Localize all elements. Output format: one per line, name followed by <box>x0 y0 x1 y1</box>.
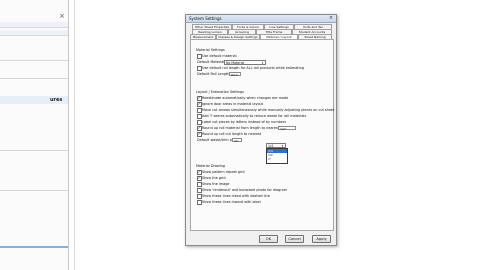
cancel-button[interactable]: Cancel <box>285 235 304 243</box>
default-material-label: Default Material <box>197 60 225 64</box>
show-renderout-label: Show 'renderout' and borrowed photo for … <box>202 187 288 192</box>
dialog-titlebar[interactable]: System Settings × <box>186 15 336 23</box>
apply-button[interactable]: Apply <box>312 235 331 243</box>
ignore-door-areas-label: Ignore door areas in material layout <box>202 101 264 106</box>
reestimate-label: Reestimate automatically when changes ar… <box>202 95 289 100</box>
label-cut-pieces-label: Label cut pieces by letters instead of b… <box>202 119 287 124</box>
move-cut-arrows-label: Move cut arrows simultaneously while man… <box>202 107 335 112</box>
scroll-highlight <box>0 246 68 248</box>
default-waste-label: Default waste/trim pcs <box>197 138 236 142</box>
show-image-label: Show the image <box>202 181 230 186</box>
show-pattern-grid-label: Show pattern repeat grid <box>202 169 245 174</box>
material-drawing-header: Material Drawing <box>196 164 225 168</box>
round-up-cut-label: Round up roll cut length to nearest <box>202 131 262 136</box>
layout-settings-header: Layout / Estimation Settings <box>196 90 244 94</box>
round-up-cut-dropdown[interactable]: 1/4 1/2 1" <box>266 148 288 164</box>
close-icon[interactable]: × <box>328 15 334 21</box>
divider-line <box>0 190 68 191</box>
roll-length-label: Default Roll Length <box>197 72 230 76</box>
chevron-down-icon: ▾ <box>261 60 264 65</box>
add-seams-label: Add 'l' seams automatically to reduce wa… <box>202 113 307 118</box>
toolbar-strip-2 <box>0 30 68 36</box>
divider-line <box>0 60 68 61</box>
default-waste-field[interactable]: 10 <box>232 138 242 143</box>
default-roll-length-option: Use default roll length for ALL roll pro… <box>202 65 304 70</box>
toolbar-strip <box>0 22 68 28</box>
selected-row[interactable]: ures <box>0 96 68 104</box>
use-default-material-label: Use default material <box>202 53 237 58</box>
round-up-material-label: Round up roll material from length to ne… <box>202 125 279 130</box>
background-app-window: × ures <box>0 0 69 270</box>
system-settings-dialog: System Settings × Other Sheet Properties… <box>185 14 337 246</box>
show-inward-label-label: Show these lines inward with label <box>202 199 261 204</box>
ok-button[interactable]: OK <box>259 235 278 243</box>
default-material-select[interactable]: No Material ▾ <box>224 59 266 65</box>
roll-length-field[interactable]: 84.0 <box>229 72 241 77</box>
show-grid-label: Show the grid <box>202 175 226 180</box>
close-icon[interactable]: × <box>58 12 66 20</box>
default-material-value: No Material <box>226 60 245 65</box>
window-separator <box>74 0 75 270</box>
divider-line <box>0 78 68 79</box>
material-settings-header: Material Settings <box>196 48 225 52</box>
show-dashed-lines-label: Show these lines inked with dashed line <box>202 193 270 198</box>
selected-row-label: ures <box>50 97 63 103</box>
dropdown-option[interactable]: 1" <box>267 157 287 161</box>
dialog-title: System Settings <box>189 16 222 21</box>
round-up-material-field[interactable]: 1/2" <box>278 125 296 131</box>
divider-line <box>0 150 68 151</box>
